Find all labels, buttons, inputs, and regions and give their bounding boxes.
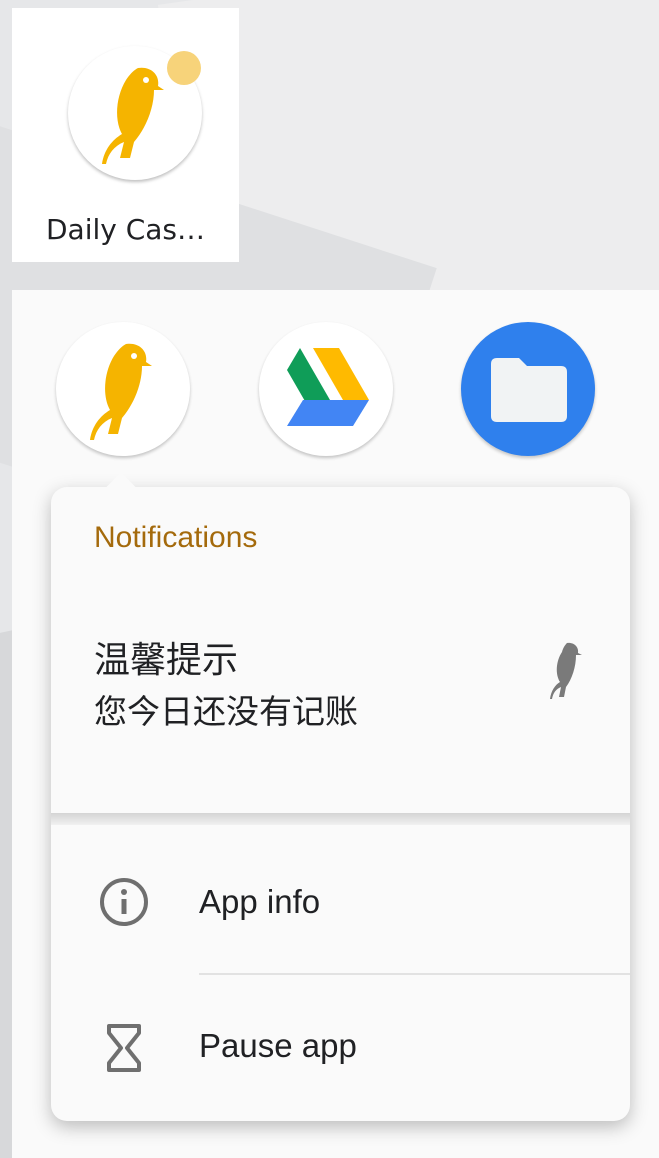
pause-app-menu-item[interactable]: Pause app <box>51 981 630 1121</box>
app-info-menu-item[interactable]: App info <box>51 833 630 973</box>
folder-icon <box>491 358 567 422</box>
info-icon <box>100 878 148 926</box>
section-divider <box>51 813 630 825</box>
app-info-label: App info <box>199 883 321 920</box>
pause-app-label: Pause app <box>199 1027 357 1064</box>
parrot-icon <box>550 642 582 699</box>
home-shortcut-tile[interactable]: Daily Cas… <box>12 8 239 262</box>
daily-cash-app-icon[interactable] <box>56 322 190 456</box>
files-app-icon[interactable] <box>461 322 595 456</box>
notification-text: 您今日还没有记账 <box>94 692 358 731</box>
app-shortcut-popup: Notifications 温馨提示 您今日还没有记账 App info Pau… <box>51 487 630 1121</box>
google-drive-app-icon[interactable] <box>259 322 393 456</box>
app-label: Daily Cas… <box>45 213 206 246</box>
menu-divider <box>199 973 630 975</box>
notification-title: 温馨提示 <box>94 640 239 681</box>
parrot-icon <box>90 343 152 440</box>
google-drive-icon <box>287 348 369 426</box>
notifications-header: Notifications <box>94 521 258 554</box>
hourglass-icon <box>107 1024 141 1072</box>
notification-badge <box>167 51 201 85</box>
